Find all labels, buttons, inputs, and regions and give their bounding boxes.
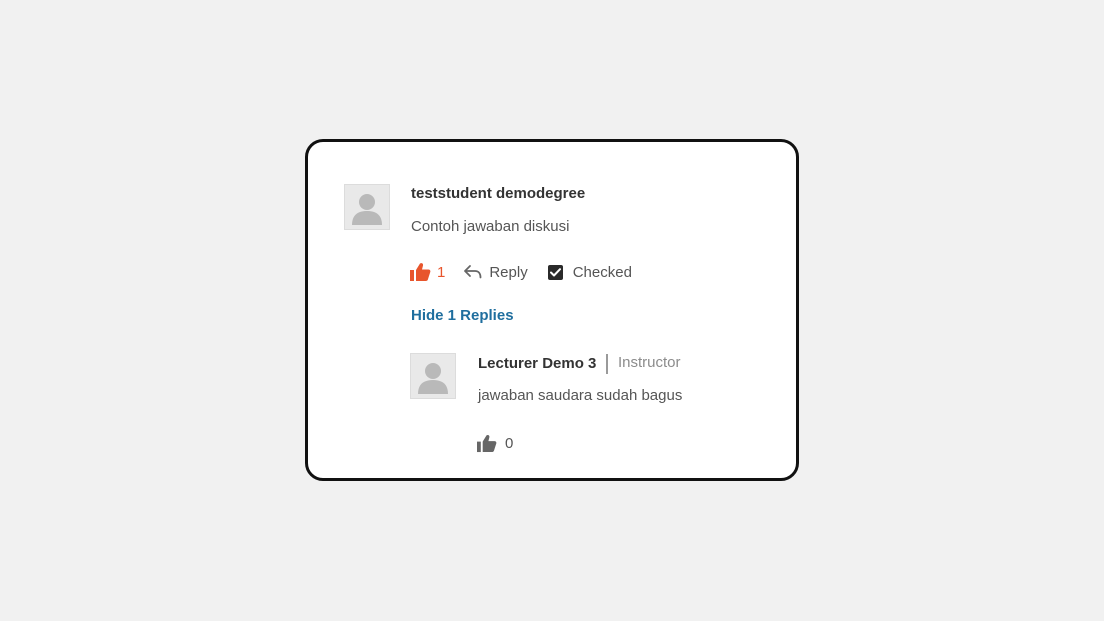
comment-card: teststudent demodegree Contoh jawaban di… bbox=[305, 139, 799, 481]
reply-author-role: Instructor bbox=[618, 354, 681, 371]
thumbs-up-icon bbox=[477, 434, 497, 452]
reply-like-count: 0 bbox=[505, 434, 514, 452]
default-user-avatar-icon bbox=[411, 354, 455, 398]
checked-label: Checked bbox=[572, 263, 632, 281]
reply-arrow-icon bbox=[464, 265, 482, 279]
comment-author: teststudent demodegree bbox=[411, 185, 586, 202]
reply-avatar bbox=[410, 353, 456, 399]
role-divider bbox=[606, 354, 608, 374]
reply-author: Lecturer Demo 3 bbox=[478, 355, 597, 372]
checkbox-checked-icon bbox=[547, 264, 563, 280]
user-avatar bbox=[344, 184, 390, 230]
like-count: 1 bbox=[437, 263, 446, 281]
reply-text: jawaban saudara sudah bagus bbox=[478, 387, 683, 404]
hide-replies-link[interactable]: Hide 1 Replies bbox=[411, 307, 514, 324]
reply-like-button[interactable]: 0 bbox=[476, 434, 513, 453]
comment-actions: 1 Reply Checked bbox=[409, 260, 632, 284]
like-button[interactable]: 1 bbox=[409, 262, 445, 282]
thumbs-up-icon bbox=[410, 263, 431, 281]
reply-actions: 0 bbox=[476, 431, 513, 455]
reply-label: Reply bbox=[489, 263, 528, 281]
checked-toggle[interactable]: Checked bbox=[547, 263, 632, 281]
default-user-avatar-icon bbox=[345, 185, 389, 229]
comment-text: Contoh jawaban diskusi bbox=[411, 218, 570, 235]
reply-button[interactable]: Reply bbox=[463, 263, 528, 281]
